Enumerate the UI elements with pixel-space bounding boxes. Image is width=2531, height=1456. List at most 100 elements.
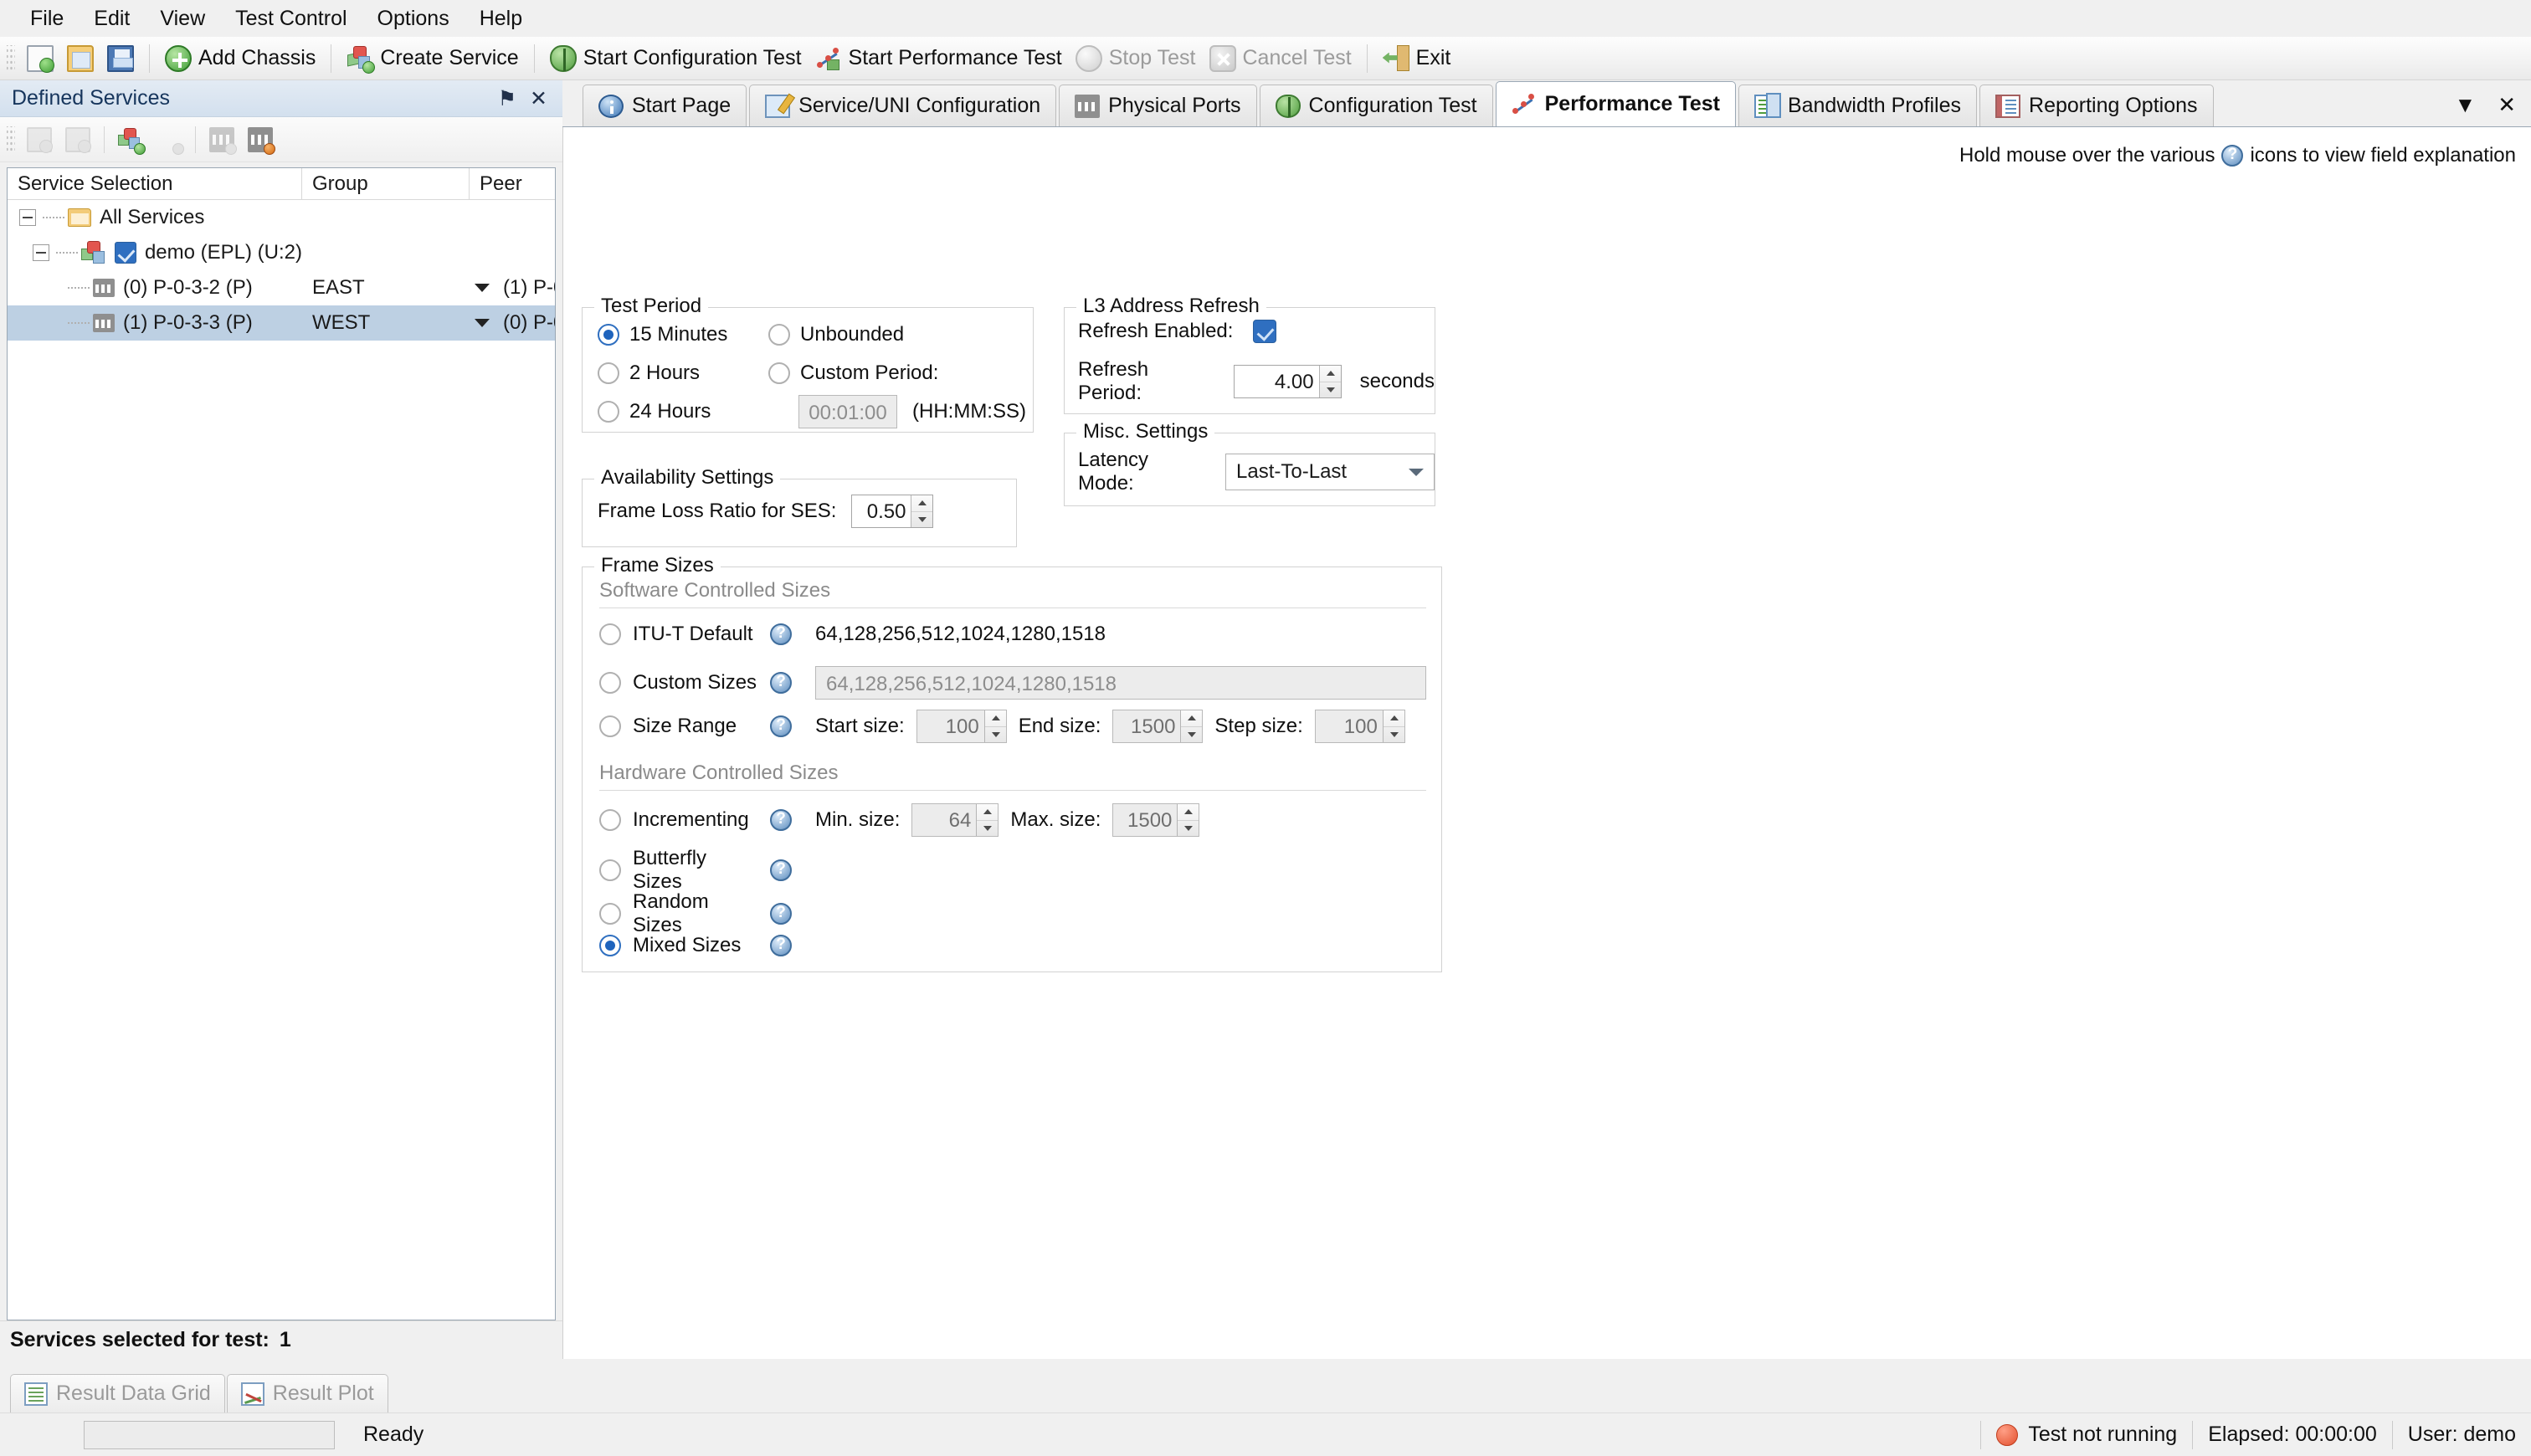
- butterfly-sizes-row[interactable]: Butterfly Sizes: [599, 847, 792, 894]
- toolbar-grip[interactable]: [7, 44, 15, 72]
- tab-start-page[interactable]: Start Page: [583, 85, 747, 126]
- frame-loss-ratio-stepper[interactable]: 0.50: [851, 495, 934, 528]
- radio-icon[interactable]: [598, 401, 619, 423]
- radio-icon[interactable]: [768, 324, 790, 346]
- radio-24-hours[interactable]: 24 Hours: [598, 400, 711, 423]
- menu-item-help[interactable]: Help: [465, 3, 537, 34]
- custom-period-input[interactable]: 00:01:00: [798, 395, 897, 428]
- help-icon[interactable]: [770, 933, 792, 956]
- radio-icon[interactable]: [599, 715, 621, 737]
- service-selection-tree[interactable]: Service Selection Group Peer All Service…: [7, 167, 556, 1320]
- help-icon[interactable]: [770, 901, 792, 925]
- open-file-button[interactable]: [60, 41, 100, 76]
- service-checkbox[interactable]: [114, 242, 136, 264]
- panel-toolbar-grip[interactable]: [7, 126, 15, 153]
- tab-result-data-grid[interactable]: Result Data Grid: [10, 1374, 225, 1412]
- add-group-button[interactable]: [27, 126, 53, 153]
- help-icon[interactable]: [770, 807, 792, 831]
- tab-bandwidth-profiles[interactable]: Bandwidth Profiles: [1738, 85, 1978, 126]
- expander-icon[interactable]: [19, 209, 36, 226]
- tab-result-plot[interactable]: Result Plot: [226, 1374, 388, 1412]
- radio-icon[interactable]: [768, 362, 790, 384]
- min-size-stepper[interactable]: 64: [911, 803, 999, 837]
- stepper-up-icon[interactable]: [985, 710, 1006, 726]
- save-file-button[interactable]: [100, 41, 141, 76]
- start-size-value[interactable]: 100: [917, 710, 984, 742]
- expander-icon[interactable]: [32, 244, 49, 261]
- tree-row-demo-service[interactable]: demo (EPL) (U:2): [8, 235, 555, 270]
- radio-15-minutes[interactable]: 15 Minutes: [598, 323, 727, 346]
- menu-item-test-control[interactable]: Test Control: [220, 3, 362, 34]
- new-file-button[interactable]: [20, 41, 60, 76]
- stepper-up-icon[interactable]: [1181, 710, 1202, 726]
- refresh-period-value[interactable]: 4.00: [1235, 366, 1318, 397]
- stepper-up-icon[interactable]: [1320, 366, 1341, 382]
- tree-row-port-0[interactable]: (0) P-0-3-2 (P) EAST (1) P-0-3-3 (: [8, 270, 555, 305]
- close-tab-icon[interactable]: ✕: [2498, 92, 2516, 118]
- step-size-stepper[interactable]: 100: [1314, 710, 1405, 743]
- stepper-down-icon[interactable]: [1181, 725, 1203, 743]
- stepper-up-icon[interactable]: [911, 495, 932, 511]
- custom-sizes-row[interactable]: Custom Sizes 64,128,256,512,1024,1280,15…: [599, 666, 1426, 700]
- stepper-down-icon[interactable]: [1383, 725, 1404, 743]
- start-size-stepper[interactable]: 100: [916, 710, 1007, 743]
- help-icon[interactable]: [770, 622, 792, 645]
- tree-row-port-1[interactable]: (1) P-0-3-3 (P) WEST (0) P-0-3-2 (: [8, 305, 555, 341]
- max-size-value[interactable]: 1500: [1113, 804, 1177, 836]
- stepper-up-icon[interactable]: [977, 804, 998, 820]
- tab-physical-ports[interactable]: Physical Ports: [1059, 85, 1257, 126]
- max-size-stepper[interactable]: 1500: [1112, 803, 1200, 837]
- end-size-value[interactable]: 1500: [1113, 710, 1180, 742]
- chevron-down-icon[interactable]: ▼: [2454, 92, 2476, 118]
- help-icon[interactable]: [770, 714, 792, 737]
- radio-icon[interactable]: [598, 362, 619, 384]
- cancel-test-button[interactable]: Cancel Test: [1203, 41, 1358, 76]
- radio-icon[interactable]: [599, 809, 621, 831]
- exit-button[interactable]: Exit: [1376, 41, 1458, 76]
- tree-column-group[interactable]: Group: [302, 168, 470, 199]
- remove-group-button[interactable]: [65, 126, 91, 153]
- radio-custom-period[interactable]: Custom Period:: [768, 361, 938, 385]
- radio-icon[interactable]: [599, 859, 621, 881]
- stepper-down-icon[interactable]: [984, 725, 1006, 743]
- radio-icon[interactable]: [598, 324, 619, 346]
- mixed-sizes-row[interactable]: Mixed Sizes: [599, 933, 792, 957]
- start-performance-test-button[interactable]: Start Performance Test: [809, 41, 1069, 76]
- menu-item-view[interactable]: View: [145, 3, 220, 34]
- add-port-button[interactable]: [209, 126, 237, 155]
- menu-item-options[interactable]: Options: [362, 3, 465, 34]
- itu-default-row[interactable]: ITU-T Default 64,128,256,512,1024,1280,1…: [599, 622, 1106, 646]
- close-icon[interactable]: ✕: [523, 86, 554, 111]
- radio-icon[interactable]: [599, 672, 621, 694]
- help-icon[interactable]: [770, 858, 792, 881]
- random-sizes-row[interactable]: Random Sizes: [599, 890, 792, 937]
- tab-service-uni-configuration[interactable]: Service/UNI Configuration: [749, 85, 1057, 126]
- menu-item-file[interactable]: File: [15, 3, 79, 34]
- pin-icon[interactable]: ⚑: [491, 86, 523, 111]
- frame-loss-ratio-value[interactable]: 0.50: [852, 495, 911, 527]
- stepper-up-icon[interactable]: [1384, 710, 1404, 726]
- menu-item-edit[interactable]: Edit: [79, 3, 145, 34]
- help-icon[interactable]: [770, 670, 792, 694]
- radio-icon[interactable]: [599, 623, 621, 645]
- remove-service-button[interactable]: [157, 127, 184, 155]
- radio-icon[interactable]: [599, 903, 621, 925]
- custom-sizes-input[interactable]: 64,128,256,512,1024,1280,1518: [815, 666, 1426, 700]
- stepper-up-icon[interactable]: [1178, 804, 1199, 820]
- tree-row-all-services[interactable]: All Services: [8, 200, 555, 235]
- latency-mode-select[interactable]: Last-To-Last: [1225, 454, 1435, 490]
- stepper-down-icon[interactable]: [911, 510, 933, 528]
- stepper-down-icon[interactable]: [1178, 819, 1199, 837]
- refresh-enabled-checkbox[interactable]: [1253, 320, 1277, 343]
- start-configuration-test-button[interactable]: Start Configuration Test: [543, 41, 809, 76]
- refresh-period-stepper[interactable]: 4.00: [1234, 365, 1342, 398]
- tab-performance-test[interactable]: Performance Test: [1495, 81, 1736, 126]
- add-chassis-button[interactable]: Add Chassis: [158, 41, 322, 76]
- radio-2-hours[interactable]: 2 Hours: [598, 361, 700, 385]
- stop-test-button[interactable]: Stop Test: [1069, 41, 1203, 76]
- step-size-value[interactable]: 100: [1316, 710, 1383, 742]
- stepper-down-icon[interactable]: [1319, 381, 1341, 398]
- tree-column-service-selection[interactable]: Service Selection: [8, 168, 302, 199]
- peer-dropdown-caret-icon[interactable]: [475, 284, 490, 292]
- tree-column-peer[interactable]: Peer: [470, 168, 555, 199]
